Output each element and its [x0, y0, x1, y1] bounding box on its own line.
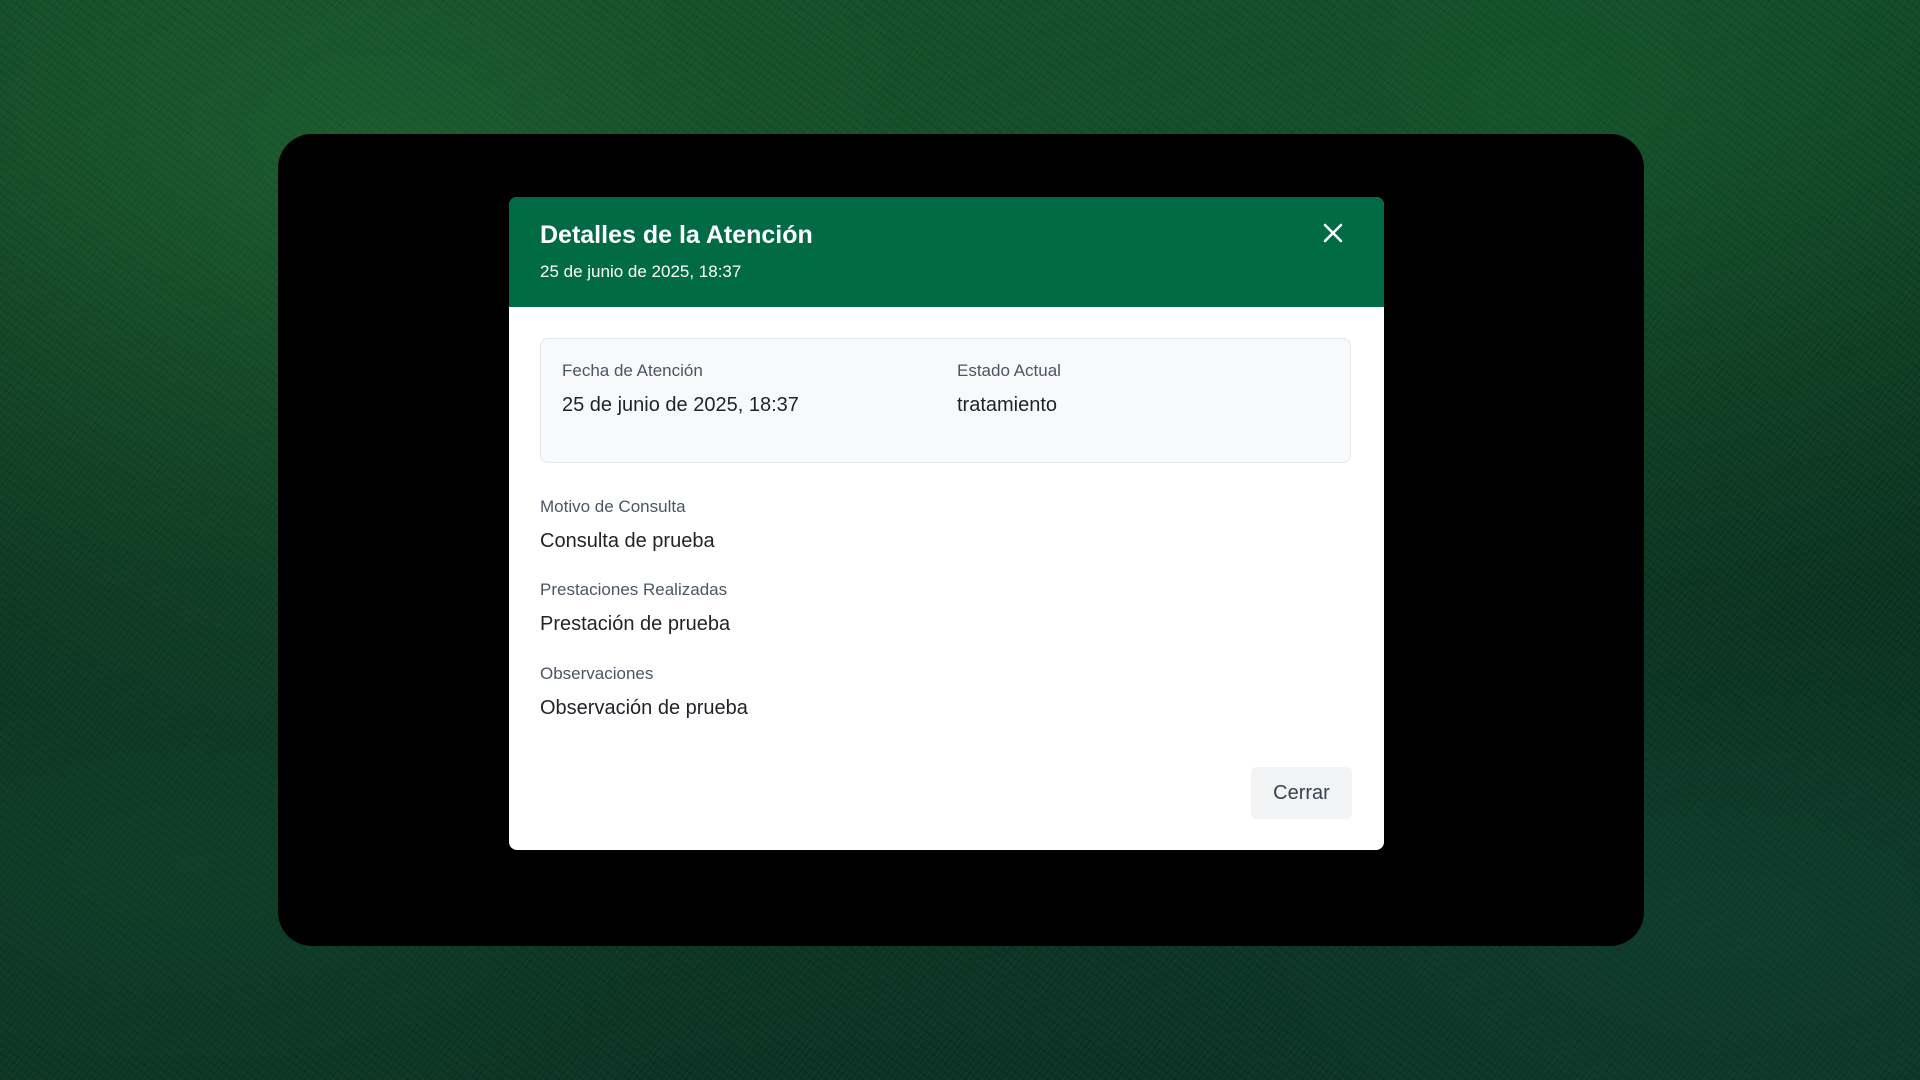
- services-value: Prestación de prueba: [540, 613, 731, 635]
- date-label: Fecha de Atención: [562, 361, 703, 380]
- summary-box: Fecha de Atención 25 de junio de 2025, 1…: [540, 338, 1351, 463]
- reason-value: Consulta de prueba: [540, 530, 715, 552]
- observations-value: Observación de prueba: [540, 697, 748, 719]
- reason-label: Motivo de Consulta: [540, 497, 686, 516]
- close-icon[interactable]: [1319, 219, 1347, 247]
- services-label: Prestaciones Realizadas: [540, 580, 728, 599]
- attention-details-modal: Detalles de la Atención 25 de junio de 2…: [509, 197, 1384, 850]
- modal-title: Detalles de la Atención: [540, 221, 813, 249]
- date-value: 25 de junio de 2025, 18:37: [562, 394, 799, 416]
- modal-subtitle: 25 de junio de 2025, 18:37: [540, 262, 742, 281]
- modal-header: Detalles de la Atención 25 de junio de 2…: [509, 197, 1384, 307]
- status-value: tratamiento: [957, 394, 1058, 416]
- status-label: Estado Actual: [957, 361, 1061, 380]
- close-button[interactable]: Cerrar: [1251, 767, 1352, 819]
- observations-label: Observaciones: [540, 664, 654, 683]
